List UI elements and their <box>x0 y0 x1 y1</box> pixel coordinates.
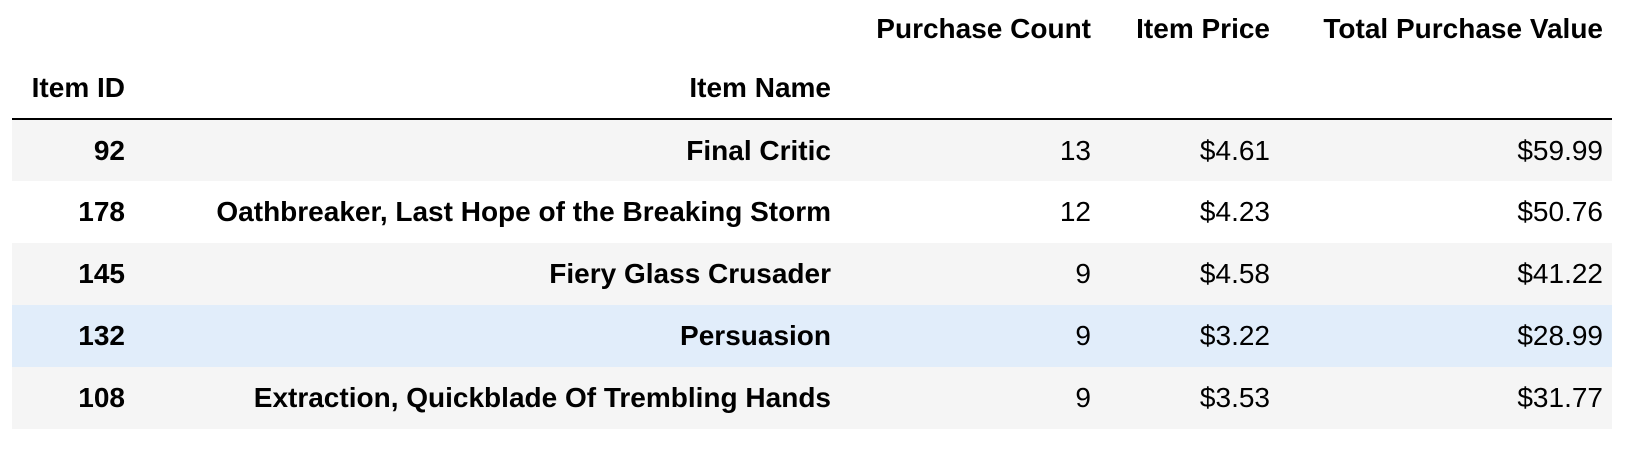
total-purchase-value-cell: $28.99 <box>1517 320 1603 351</box>
item-id-cell: 92 <box>93 134 125 166</box>
item-id-cell: 178 <box>78 196 125 227</box>
index-header-item-name: Item Name <box>134 57 840 120</box>
item-price-cell: $3.22 <box>1199 320 1270 351</box>
item-price-cell: $3.53 <box>1199 382 1270 413</box>
item-id-cell: 132 <box>78 320 125 351</box>
table-body: 92 Final Critic 13 $4.61 $59.99 178 Oath… <box>12 119 1612 429</box>
item-price-cell: $4.23 <box>1199 196 1270 227</box>
column-header-item-price: Item Price <box>1136 12 1270 44</box>
dataframe-output: Purchase Count Item Price Total Purchase… <box>12 0 1612 429</box>
purchase-count-cell: 13 <box>1059 134 1091 166</box>
purchase-count-cell: 12 <box>1059 196 1091 227</box>
blank-header-cell <box>12 0 134 57</box>
total-purchase-value-cell: $41.22 <box>1517 258 1603 289</box>
item-id-cell: 108 <box>78 382 125 413</box>
table-row: 92 Final Critic 13 $4.61 $59.99 <box>12 119 1612 181</box>
blank-header-cell <box>1279 57 1612 120</box>
total-purchase-value-cell: $31.77 <box>1517 382 1603 413</box>
total-purchase-value-cell: $50.76 <box>1517 196 1603 227</box>
top-items-table: Purchase Count Item Price Total Purchase… <box>12 0 1612 429</box>
index-header-item-id: Item ID <box>12 57 134 120</box>
blank-header-cell <box>840 57 1100 120</box>
item-id-cell: 145 <box>78 258 125 289</box>
table-row: 108 Extraction, Quickblade Of Trembling … <box>12 367 1612 429</box>
table-row: 178 Oathbreaker, Last Hope of the Breaki… <box>12 181 1612 243</box>
purchase-count-cell: 9 <box>1075 320 1091 351</box>
item-name-cell: Extraction, Quickblade Of Trembling Hand… <box>253 382 831 413</box>
column-header-total-purchase-value: Total Purchase Value <box>1323 12 1603 44</box>
item-name-cell: Final Critic <box>686 134 831 166</box>
purchase-count-cell: 9 <box>1075 382 1091 413</box>
blank-header-cell <box>134 0 840 57</box>
column-header-purchase-count: Purchase Count <box>876 12 1091 44</box>
index-header-row: Item ID Item Name <box>12 57 1612 120</box>
item-price-cell: $4.58 <box>1199 258 1270 289</box>
total-purchase-value-cell: $59.99 <box>1517 134 1603 166</box>
table-row: 145 Fiery Glass Crusader 9 $4.58 $41.22 <box>12 243 1612 305</box>
purchase-count-cell: 9 <box>1075 258 1091 289</box>
table-row-hovered: 132 Persuasion 9 $3.22 $28.99 <box>12 305 1612 367</box>
column-header-row: Purchase Count Item Price Total Purchase… <box>12 0 1612 57</box>
item-name-cell: Persuasion <box>680 320 831 351</box>
item-price-cell: $4.61 <box>1199 134 1270 166</box>
item-name-cell: Fiery Glass Crusader <box>549 258 831 289</box>
blank-header-cell <box>1100 57 1279 120</box>
table-header: Purchase Count Item Price Total Purchase… <box>12 0 1612 120</box>
item-name-cell: Oathbreaker, Last Hope of the Breaking S… <box>216 196 831 227</box>
